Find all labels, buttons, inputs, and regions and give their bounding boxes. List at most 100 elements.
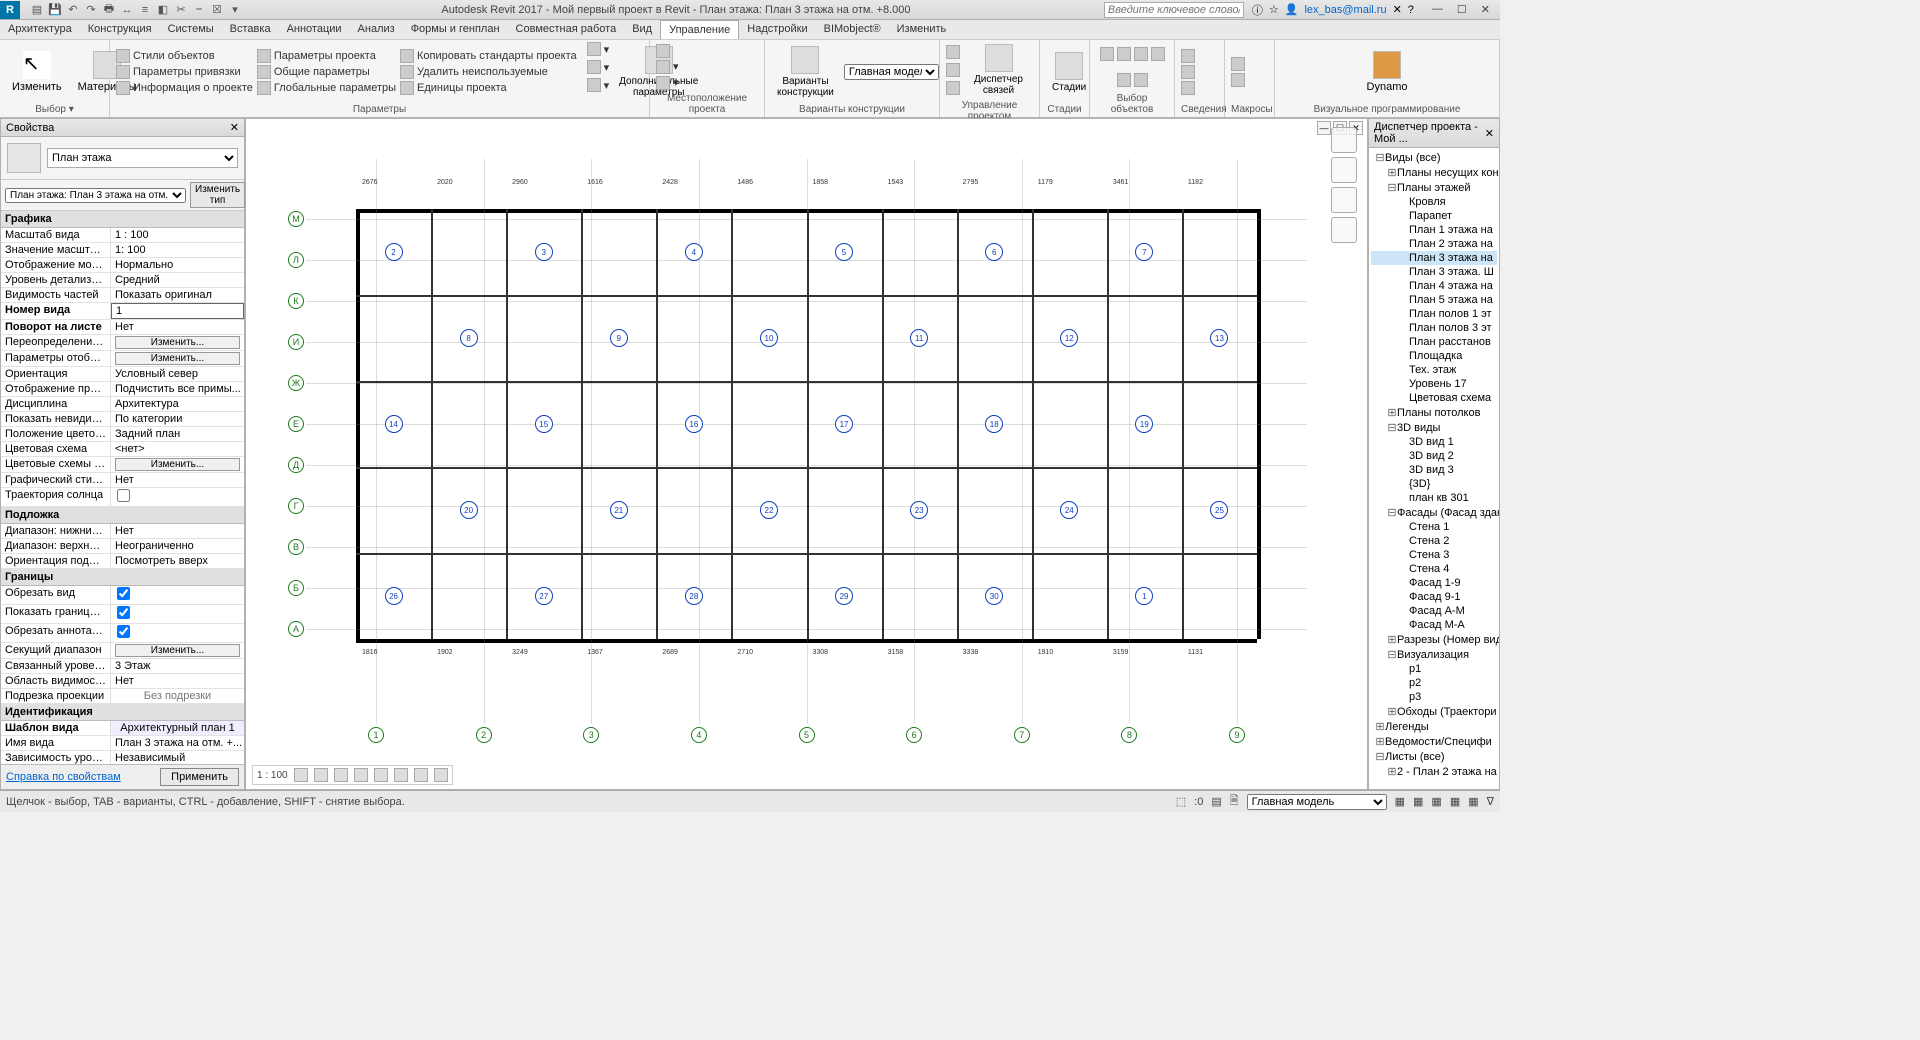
tree-item[interactable]: ⊞Ведомости/Специфи (1371, 734, 1497, 749)
tree-item[interactable]: Уровень 17 (1371, 377, 1497, 391)
qat-print-icon[interactable]: 🖶 (102, 3, 116, 17)
modify-button[interactable]: ↖Изменить (6, 42, 68, 102)
tree-item[interactable]: План 4 этажа на (1371, 279, 1497, 293)
tree-item[interactable]: Тех. этаж (1371, 363, 1497, 377)
tree-item[interactable]: план кв 301 (1371, 491, 1497, 505)
design-options-button[interactable]: Варианты конструкции (771, 44, 840, 100)
qat-open-icon[interactable]: ▤ (30, 3, 44, 17)
tab-structure[interactable]: Конструкция (80, 20, 160, 39)
project-units-button[interactable]: Единицы проекта (400, 81, 577, 95)
filter-icon-1[interactable]: ▦ (1395, 795, 1405, 808)
manage-links-small-2[interactable] (946, 63, 960, 77)
detail-level-icon[interactable] (294, 768, 308, 782)
nav-zoom-icon[interactable] (1331, 217, 1357, 243)
type-selector[interactable]: План этажа (47, 148, 238, 168)
panel-label-select[interactable]: Выбор ▾ (6, 102, 103, 115)
qat-align-icon[interactable]: ≡ (138, 3, 152, 17)
apply-button[interactable]: Применить (160, 768, 239, 786)
tree-item[interactable]: р1 (1371, 662, 1497, 676)
tree-item[interactable]: План полов 1 эт (1371, 307, 1497, 321)
crop-region-icon[interactable] (394, 768, 408, 782)
tab-modify[interactable]: Изменить (889, 20, 955, 39)
drawing-area[interactable]: — ☐ ✕ МЛКИЖЕДГВБА12345678923456789101112… (245, 118, 1368, 790)
coordinates-button[interactable]: ▾ (656, 60, 679, 74)
editable-only-icon[interactable]: ▤ (1211, 795, 1221, 808)
tree-item[interactable]: План 1 этажа на (1371, 223, 1497, 237)
manage-links-small-3[interactable] (946, 81, 960, 95)
help-icon[interactable]: ? (1408, 4, 1414, 16)
shared-params-button[interactable]: Общие параметры (257, 65, 396, 79)
qat-3d-icon[interactable]: ◧ (156, 3, 170, 17)
snap-settings-button[interactable]: Параметры привязки (116, 65, 253, 79)
tree-item[interactable]: План полов 3 эт (1371, 321, 1497, 335)
tab-architecture[interactable]: Архитектура (0, 20, 80, 39)
tree-item[interactable]: ⊞Разрезы (Номер вид (1371, 632, 1497, 647)
qat-thin-icon[interactable]: ⎯ (192, 3, 206, 17)
tab-collaborate[interactable]: Совместная работа (508, 20, 625, 39)
system-color-button[interactable]: Изменить... (115, 458, 240, 471)
settings-dropdown-3[interactable]: ▾ (587, 78, 610, 92)
filter-icon-2[interactable]: ▦ (1413, 795, 1423, 808)
selection-btn-5[interactable] (1117, 68, 1131, 91)
project-info-button[interactable]: Информация о проекте (116, 81, 253, 95)
tree-item[interactable]: ⊟Планы этажей (1371, 180, 1497, 195)
panel-label-location[interactable]: Местоположение проекта (656, 91, 758, 115)
tree-item[interactable]: 3D вид 1 (1371, 435, 1497, 449)
object-styles-button[interactable]: Стили объектов (116, 49, 253, 63)
macro-btn-1[interactable] (1231, 57, 1245, 71)
sun-path-icon[interactable] (334, 768, 348, 782)
project-tree[interactable]: ⊟Виды (все)⊞Планы несущих кон⊟Планы этаж… (1369, 148, 1499, 789)
filter-icon-4[interactable]: ▦ (1450, 795, 1460, 808)
tree-item[interactable]: {3D} (1371, 477, 1497, 491)
minimize-icon[interactable]: — (1432, 3, 1443, 16)
panel-label-phasing[interactable]: Стадии (1046, 102, 1083, 115)
selection-btn-4[interactable] (1151, 42, 1165, 65)
tree-item[interactable]: Стена 2 (1371, 534, 1497, 548)
filter-icon-3[interactable]: ▦ (1431, 795, 1441, 808)
tree-item[interactable]: Стена 4 (1371, 562, 1497, 576)
tab-manage[interactable]: Управление (660, 20, 739, 39)
crop-view-checkbox[interactable] (117, 587, 130, 600)
edit-type-button[interactable]: Изменить тип (190, 182, 245, 208)
properties-grid[interactable]: Графика Масштаб вида1 : 100 Значение мас… (1, 211, 244, 764)
panel-label-design-options[interactable]: Варианты конструкции (771, 102, 933, 115)
tree-item[interactable]: ⊞2 - План 2 этажа на (1371, 764, 1497, 779)
qat-measure-icon[interactable]: ↔ (120, 3, 134, 17)
cat-graphics[interactable]: Графика (1, 211, 244, 228)
transfer-standards-button[interactable]: Копировать стандарты проекта (400, 49, 577, 63)
tree-item[interactable]: ⊟Листы (все) (1371, 749, 1497, 764)
tree-item[interactable]: ⊟3D виды (1371, 420, 1497, 435)
settings-dropdown-2[interactable]: ▾ (587, 60, 610, 74)
tree-item[interactable]: Стена 1 (1371, 520, 1497, 534)
exchange-icon[interactable]: ✕ (1393, 3, 1402, 16)
tree-item[interactable]: Фасад М-А (1371, 618, 1497, 632)
browser-close-icon[interactable]: ✕ (1485, 127, 1494, 140)
tree-item[interactable]: ⊟Визуализация (1371, 647, 1497, 662)
selection-btn-1[interactable] (1100, 42, 1114, 65)
macro-btn-2[interactable] (1231, 73, 1245, 87)
properties-close-icon[interactable]: ✕ (230, 121, 239, 134)
crop-icon[interactable] (374, 768, 388, 782)
tree-item[interactable]: 3D вид 2 (1371, 449, 1497, 463)
vg-overrides-button[interactable]: Изменить... (115, 336, 240, 349)
tree-item[interactable]: ⊟Фасады (Фасад здан (1371, 505, 1497, 520)
qat-undo-icon[interactable]: ↶ (66, 3, 80, 17)
tree-item[interactable]: Парапет (1371, 209, 1497, 223)
location-button[interactable] (656, 44, 679, 58)
crop-visible-checkbox[interactable] (117, 606, 130, 619)
selection-btn-6[interactable] (1134, 68, 1148, 91)
tab-massing[interactable]: Формы и генплан (403, 20, 508, 39)
qat-section-icon[interactable]: ✂ (174, 3, 188, 17)
tree-item[interactable]: План 2 этажа на (1371, 237, 1497, 251)
cat-underlay[interactable]: Подложка (1, 507, 244, 524)
settings-dropdown-1[interactable]: ▾ (587, 42, 610, 56)
worksets-icon[interactable]: 🗎 (1230, 792, 1239, 811)
filter-icon-5[interactable]: ▦ (1468, 795, 1478, 808)
shadows-icon[interactable] (354, 768, 368, 782)
tab-addins[interactable]: Надстройки (739, 20, 815, 39)
ids-btn-1[interactable] (1181, 49, 1195, 63)
tree-item[interactable]: ⊞Обходы (Траектори (1371, 704, 1497, 719)
design-option-select[interactable]: Главная модель (844, 64, 939, 80)
sun-path-checkbox[interactable] (117, 489, 130, 502)
ids-btn-2[interactable] (1181, 65, 1195, 79)
